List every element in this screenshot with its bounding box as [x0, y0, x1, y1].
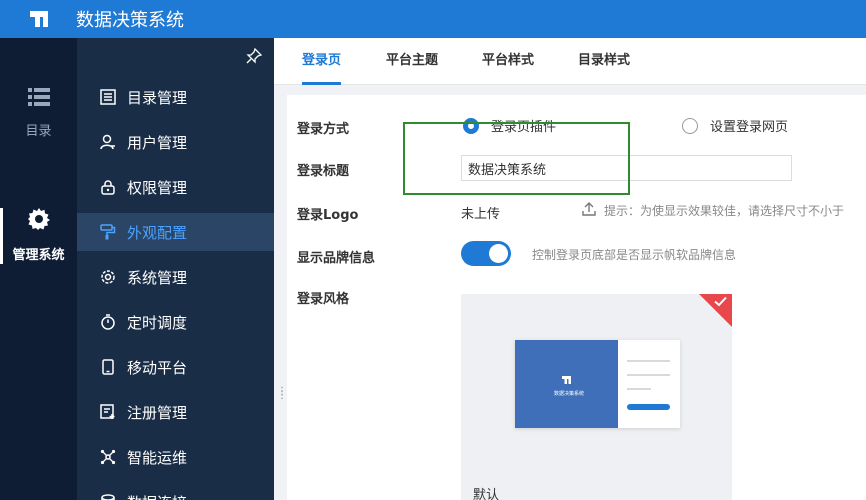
login-logo-label: 登录Logo — [297, 208, 359, 223]
menu-item-scheduling[interactable]: 定时调度 — [77, 303, 274, 341]
rail-item-label: 管理系统 — [12, 248, 65, 263]
tab-platform-theme[interactable]: 平台主题 — [386, 38, 438, 85]
upload-hint-text: 提示：为使显示效果较佳，请选择尺寸不小于 — [604, 204, 845, 218]
radio-custom-login-page[interactable]: 设置登录网页 — [682, 116, 788, 135]
check-icon — [714, 296, 727, 311]
preview-title: 数据决策系统 — [553, 391, 584, 397]
menu-item-catalog-management[interactable]: 目录管理 — [77, 78, 274, 116]
menu-item-user-management[interactable]: 用户管理 — [77, 123, 274, 161]
app-logo-icon — [28, 9, 50, 29]
logo-upload-hint[interactable]: 提示：为使显示效果较佳，请选择尺寸不小于 — [582, 202, 844, 219]
menu-item-label: 移动平台 — [127, 358, 188, 377]
app-title: 数据决策系统 — [76, 10, 184, 31]
menu-item-registration-management[interactable]: 注册管理 — [77, 393, 274, 431]
catalog-icon — [99, 88, 117, 106]
menu-item-label: 用户管理 — [127, 133, 188, 152]
rail-item-catalog[interactable]: 目录 — [0, 88, 77, 139]
brand-info-description: 控制登录页底部是否显示帆软品牌信息 — [532, 248, 737, 262]
menu-item-permission-management[interactable]: 权限管理 — [77, 168, 274, 206]
gear-icon — [27, 208, 50, 234]
primary-rail: 目录 管理系统 — [0, 38, 77, 500]
menu-item-label: 注册管理 — [127, 403, 188, 422]
user-icon — [99, 133, 117, 151]
preview-login-button — [627, 404, 670, 410]
highlight-annotation-box — [403, 122, 630, 195]
menu-item-smart-ops[interactable]: 智能运维 — [77, 438, 274, 476]
login-style-card-default[interactable]: 数据决策系统 默认 — [461, 294, 732, 500]
menu-item-appearance-config[interactable]: 外观配置 — [77, 213, 274, 251]
login-style-label: 登录风格 — [297, 292, 350, 307]
radio-label: 设置登录网页 — [710, 120, 789, 135]
paint-roller-icon — [99, 223, 117, 241]
menu-item-system-management[interactable]: 系统管理 — [77, 258, 274, 296]
menu-item-label: 数据连接 — [127, 492, 187, 500]
login-method-label: 登录方式 — [297, 122, 350, 137]
menu-item-label: 外观配置 — [127, 223, 188, 242]
tab-bar: 登录页 平台主题 平台样式 目录样式 — [274, 38, 866, 85]
menu-item-data-connection[interactable]: 数据连接 — [77, 483, 274, 500]
upload-icon[interactable] — [582, 202, 596, 219]
rail-item-management[interactable]: 管理系统 — [0, 208, 77, 263]
top-header: 数据决策系统 — [0, 0, 866, 38]
login-style-name: 默认 — [473, 488, 500, 500]
menu-item-label: 权限管理 — [127, 178, 188, 197]
register-icon — [99, 403, 117, 421]
login-preview-thumbnail: 数据决策系统 — [515, 340, 680, 428]
logo-upload-status: 未上传 — [461, 207, 501, 222]
list-icon — [27, 88, 50, 110]
menu-item-label: 定时调度 — [127, 313, 188, 332]
pin-icon[interactable] — [246, 47, 263, 68]
preview-logo-icon — [561, 374, 572, 389]
menu-item-mobile-platform[interactable]: 移动平台 — [77, 348, 274, 386]
lock-icon — [99, 178, 117, 196]
menu-item-label: 目录管理 — [127, 88, 188, 107]
login-title-label: 登录标题 — [297, 164, 350, 179]
mobile-icon — [99, 358, 117, 376]
tab-catalog-style[interactable]: 目录样式 — [578, 38, 630, 85]
secondary-menu: 目录管理 用户管理 权限管理 外观配置 系统管理 定时调度 移动平台 注册管理 … — [77, 38, 274, 500]
tab-platform-style[interactable]: 平台样式 — [482, 38, 534, 85]
data-connection-icon — [99, 493, 117, 500]
sidebar-resize-handle[interactable]: ⋮ ⋮ — [277, 387, 287, 401]
preview-username-line — [627, 360, 670, 362]
toggle-knob — [489, 244, 508, 263]
settings-icon — [99, 268, 117, 286]
preview-remember-line — [627, 388, 651, 390]
brand-info-label: 显示品牌信息 — [297, 251, 376, 266]
rail-item-label: 目录 — [25, 124, 52, 139]
tab-login-page[interactable]: 登录页 — [302, 38, 342, 85]
brand-info-toggle[interactable] — [461, 241, 511, 266]
radio-unselected-icon — [682, 117, 698, 134]
preview-password-line — [627, 374, 670, 376]
menu-item-label: 系统管理 — [127, 268, 188, 287]
menu-item-label: 智能运维 — [127, 448, 188, 467]
network-icon — [99, 448, 117, 466]
timer-icon — [99, 313, 117, 331]
